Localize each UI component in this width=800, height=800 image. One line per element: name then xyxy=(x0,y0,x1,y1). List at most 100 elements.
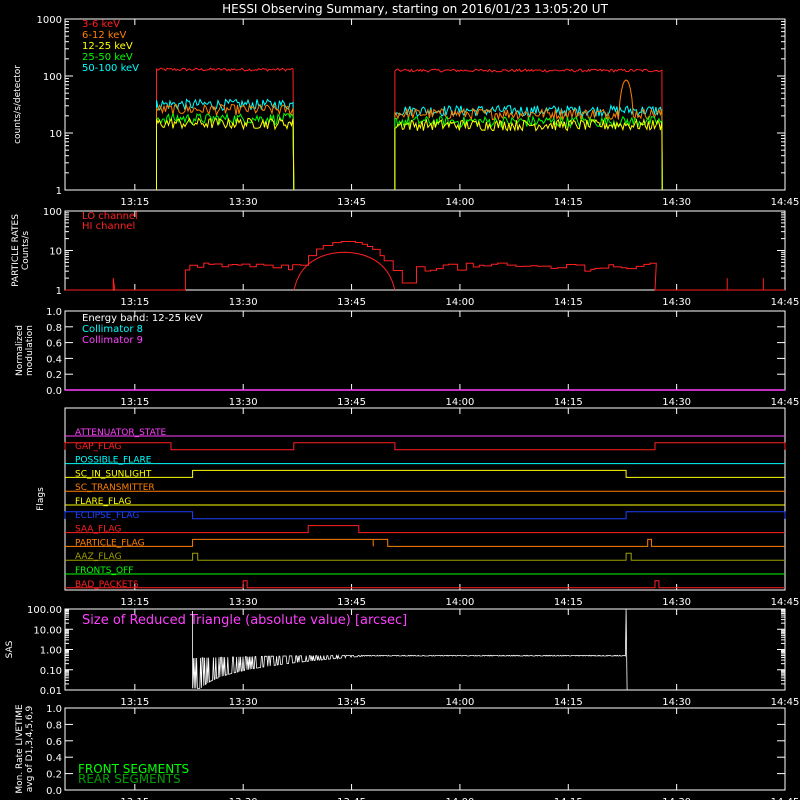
flag-label-sc-in-sunlight: SC_IN_SUNLIGHT xyxy=(75,469,152,479)
flags-xtick-label-4: 14:15 xyxy=(554,597,583,608)
flags-xtick-label-6: 14:45 xyxy=(771,597,800,608)
rates-legend-4: 50-100 keV xyxy=(82,63,139,74)
modulation-xtick-label-4: 14:15 xyxy=(554,397,583,408)
modulation-ylabel-1: modulation xyxy=(25,325,35,376)
flag-label-gap-flag: GAP_FLAG xyxy=(75,442,121,452)
particle-ylabel-1: Counts/s xyxy=(21,231,31,270)
livetime-ytick-label-4: 0.2 xyxy=(46,770,62,781)
flags-ylabel: Flags xyxy=(36,487,46,511)
particle-xtick-label-4: 14:15 xyxy=(554,297,583,308)
modulation-xtick-label-0: 13:15 xyxy=(120,397,149,408)
rates-xtick-label-6: 14:45 xyxy=(771,197,800,208)
particle-xtick-label-6: 14:45 xyxy=(771,297,800,308)
flags-xtick-label-2: 13:45 xyxy=(337,597,366,608)
rates-xtick-label-2: 13:45 xyxy=(337,197,366,208)
particle-ylabel-0: PARTICLE RATES xyxy=(11,214,21,287)
rates-ylabel-0: counts/s/detector xyxy=(13,65,23,144)
sas-ytick-label-4: 100.00 xyxy=(27,605,62,616)
chart-title: HESSI Observing Summary, starting on 201… xyxy=(222,2,608,16)
modulation-xtick-label-1: 13:30 xyxy=(229,397,258,408)
flag-line-aaz-flag xyxy=(65,552,785,561)
flag-line-particle-flag xyxy=(65,538,785,547)
rates-legend-3: 25-50 keV xyxy=(82,52,133,63)
flags-xtick-label-5: 14:30 xyxy=(662,597,691,608)
flags-xtick-label-1: 13:30 xyxy=(229,597,258,608)
sas-xtick-label-2: 13:45 xyxy=(337,697,366,708)
rates-xtick-label-3: 14:00 xyxy=(446,197,475,208)
livetime-ytick-label-5: 0.0 xyxy=(46,786,62,797)
modulation-xtick-label-2: 13:45 xyxy=(337,397,366,408)
modulation-ytick-label-4: 0.2 xyxy=(46,370,62,381)
sas-ytick-label-2: 1.00 xyxy=(40,646,62,657)
particle-frame xyxy=(64,210,786,291)
rates-xtick-label-0: 13:15 xyxy=(120,197,149,208)
sas-ylabel: SAS xyxy=(5,640,15,658)
sas-annotation: Size of Reduced Triangle (absolute value… xyxy=(82,613,407,628)
rates-series-2 xyxy=(156,117,663,191)
particle-ytick-label-1: 10 xyxy=(49,247,62,258)
livetime-legend-1: REAR SEGMENTS xyxy=(78,772,181,786)
modulation-ytick-label-5: 0.0 xyxy=(46,386,62,397)
sas-xtick-label-3: 14:00 xyxy=(446,697,475,708)
summary-chart: HESSI Observing Summary, starting on 201… xyxy=(5,2,800,800)
flag-label-bad-packets: BAD_PACKETS xyxy=(75,580,139,590)
rates-ytick-label-2: 100 xyxy=(43,72,62,83)
modulation-ylabel-0: Normalized xyxy=(15,325,25,376)
modulation-ytick-label-3: 0.4 xyxy=(46,354,62,365)
flags-xtick-label-3: 14:00 xyxy=(446,597,475,608)
modulation-ytick-label-1: 0.8 xyxy=(46,323,62,334)
modulation-xtick-label-3: 14:00 xyxy=(446,397,475,408)
particle-ytick-label-0: 1 xyxy=(56,286,62,297)
modulation-legend-1: Collimator 9 xyxy=(82,335,143,346)
flag-label-particle-flag: PARTICLE_FLAG xyxy=(75,538,145,548)
sas-xtick-label-6: 14:45 xyxy=(771,697,800,708)
flags-frame xyxy=(64,407,786,591)
particle-xtick-label-2: 13:45 xyxy=(337,297,366,308)
rates-legend-1: 6-12 keV xyxy=(82,30,126,41)
rates-legend-2: 12-25 keV xyxy=(82,41,133,52)
flag-label-sc-transmitter: SC_TRANSMITTER xyxy=(75,483,155,493)
sas-xtick-label-5: 14:30 xyxy=(662,697,691,708)
livetime-ylabel-1: avg of D1,3,4,5,6,9 xyxy=(25,705,35,792)
sas-ytick-label-3: 10.00 xyxy=(33,625,62,636)
hessi-summary: HESSI Observing Summary, starting on 201… xyxy=(0,0,800,800)
flag-label-fronts-off: FRONTS_OFF xyxy=(75,566,133,576)
flag-line-sc-in-sunlight xyxy=(65,469,785,478)
rates-xtick-label-1: 13:30 xyxy=(229,197,258,208)
flag-label-possible-flare: POSSIBLE_FLARE xyxy=(75,456,152,466)
sas-xtick-label-1: 13:30 xyxy=(229,697,258,708)
flags-xtick-label-0: 13:15 xyxy=(120,597,149,608)
flag-line-saa-flag xyxy=(65,525,785,534)
rates-xtick-label-5: 14:30 xyxy=(662,197,691,208)
modulation-ytick-label-0: 1.0 xyxy=(46,307,62,318)
rates-ytick-label-3: 1000 xyxy=(37,15,62,26)
particle-xtick-label-1: 13:30 xyxy=(229,297,258,308)
flag-label-saa-flag: SAA_FLAG xyxy=(75,525,121,535)
modulation-legend-0: Collimator 8 xyxy=(82,324,143,335)
particle-lo-channel xyxy=(65,241,785,291)
particle-legend-1: HI channel xyxy=(82,221,135,232)
rates-ytick-label-1: 10 xyxy=(49,129,62,140)
particle-xtick-label-5: 14:30 xyxy=(662,297,691,308)
modulation-ytick-label-2: 0.6 xyxy=(46,339,62,350)
particle-xtick-label-0: 13:15 xyxy=(120,297,149,308)
rates-legend-0: 3-6 keV xyxy=(82,19,120,30)
flag-label-aaz-flag: AAZ_FLAG xyxy=(75,552,122,562)
sas-xtick-label-4: 14:15 xyxy=(554,697,583,708)
particle-xtick-label-3: 14:00 xyxy=(446,297,475,308)
modulation-annotation: Energy band: 12-25 keV xyxy=(82,313,203,324)
flag-line-gap-flag xyxy=(64,442,786,451)
livetime-ytick-label-2: 0.6 xyxy=(46,737,62,748)
sas-ytick-label-0: 0.01 xyxy=(40,686,62,697)
livetime-ytick-label-0: 1.0 xyxy=(46,704,62,715)
rates-ytick-label-0: 1 xyxy=(56,186,62,197)
sas-ytick-label-1: 0.10 xyxy=(40,666,62,677)
flag-label-attenuator-state: ATTENUATOR_STATE xyxy=(75,428,167,438)
rates-xtick-label-4: 14:15 xyxy=(554,197,583,208)
particle-ytick-label-2: 100 xyxy=(43,207,62,218)
flag-label-flare-flag: FLARE_FLAG xyxy=(75,497,131,507)
livetime-ytick-label-1: 0.8 xyxy=(46,720,62,731)
flag-line-eclipse-flag xyxy=(64,511,786,520)
flag-label-eclipse-flag: ECLIPSE_FLAG xyxy=(75,511,139,521)
rates-frame xyxy=(64,18,786,191)
